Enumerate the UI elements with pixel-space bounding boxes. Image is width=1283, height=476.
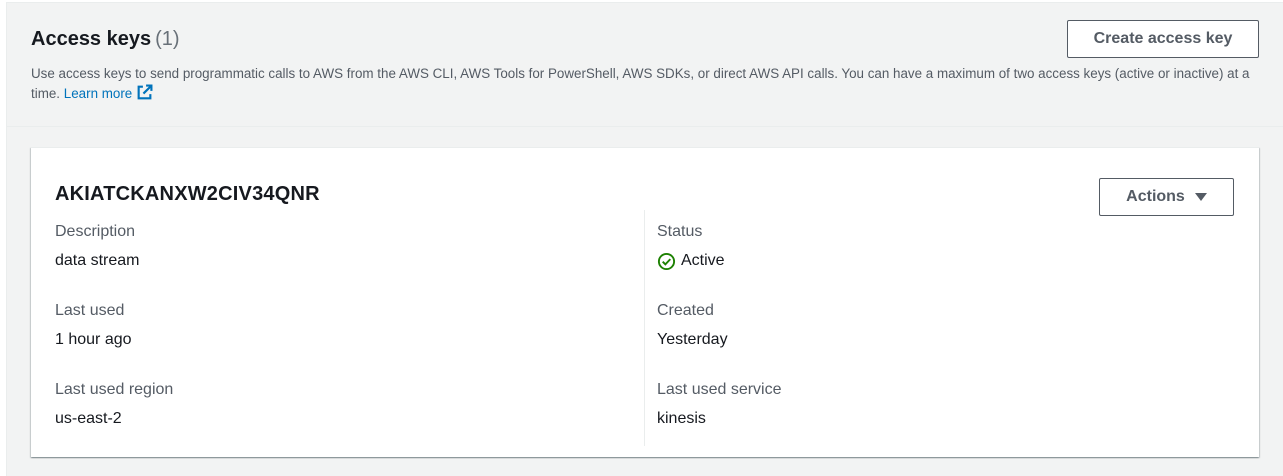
last-used-service-label: Last used service: [657, 381, 782, 398]
access-key-id: AKIATCKANXW2CIV34QNR: [55, 183, 320, 205]
caret-down-icon: [1194, 193, 1207, 201]
created-field: Created Yesterday: [657, 301, 728, 350]
title-text: Access keys: [31, 28, 152, 50]
panel-header: Access keys (1) Create access key Use acc…: [7, 3, 1283, 127]
check-circle-icon: [657, 252, 676, 270]
panel-description: Use access keys to send programmatic cal…: [31, 64, 1261, 104]
last-used-region-field: Last used region us-east-2: [55, 380, 173, 429]
external-link-icon: [137, 84, 153, 100]
status-field: Status Active: [657, 222, 725, 271]
learn-more-link[interactable]: Learn more: [63, 84, 153, 101]
last-used-field: Last used 1 hour ago: [55, 301, 132, 350]
key-count: (1): [155, 28, 180, 50]
status-label: Status: [657, 223, 703, 240]
column-divider: [644, 210, 645, 446]
description-field: Description data stream: [55, 222, 139, 271]
description-value: data stream: [55, 252, 140, 269]
last-used-value: 1 hour ago: [55, 331, 132, 348]
access-key-card: AKIATCKANXW2CIV34QNR Actions Description…: [31, 147, 1259, 457]
status-badge: Active: [657, 251, 725, 271]
create-access-key-button[interactable]: Create access key: [1067, 20, 1259, 58]
created-label: Created: [657, 302, 714, 319]
page-title: Access keys (1): [31, 27, 180, 51]
last-used-label: Last used: [55, 302, 125, 319]
learn-more-label: Learn more: [63, 86, 133, 101]
actions-dropdown-button[interactable]: Actions: [1099, 178, 1234, 216]
last-used-region-value: us-east-2: [55, 410, 122, 427]
description-text: Use access keys to send programmatic cal…: [31, 66, 1250, 101]
created-value: Yesterday: [657, 331, 728, 348]
last-used-service-value: kinesis: [657, 410, 706, 427]
actions-label: Actions: [1126, 188, 1185, 205]
access-keys-panel: Access keys (1) Create access key Use acc…: [6, 2, 1283, 476]
last-used-service-field: Last used service kinesis: [657, 380, 782, 429]
last-used-region-label: Last used region: [55, 381, 174, 398]
description-label: Description: [55, 223, 136, 240]
status-value: Active: [681, 252, 725, 269]
